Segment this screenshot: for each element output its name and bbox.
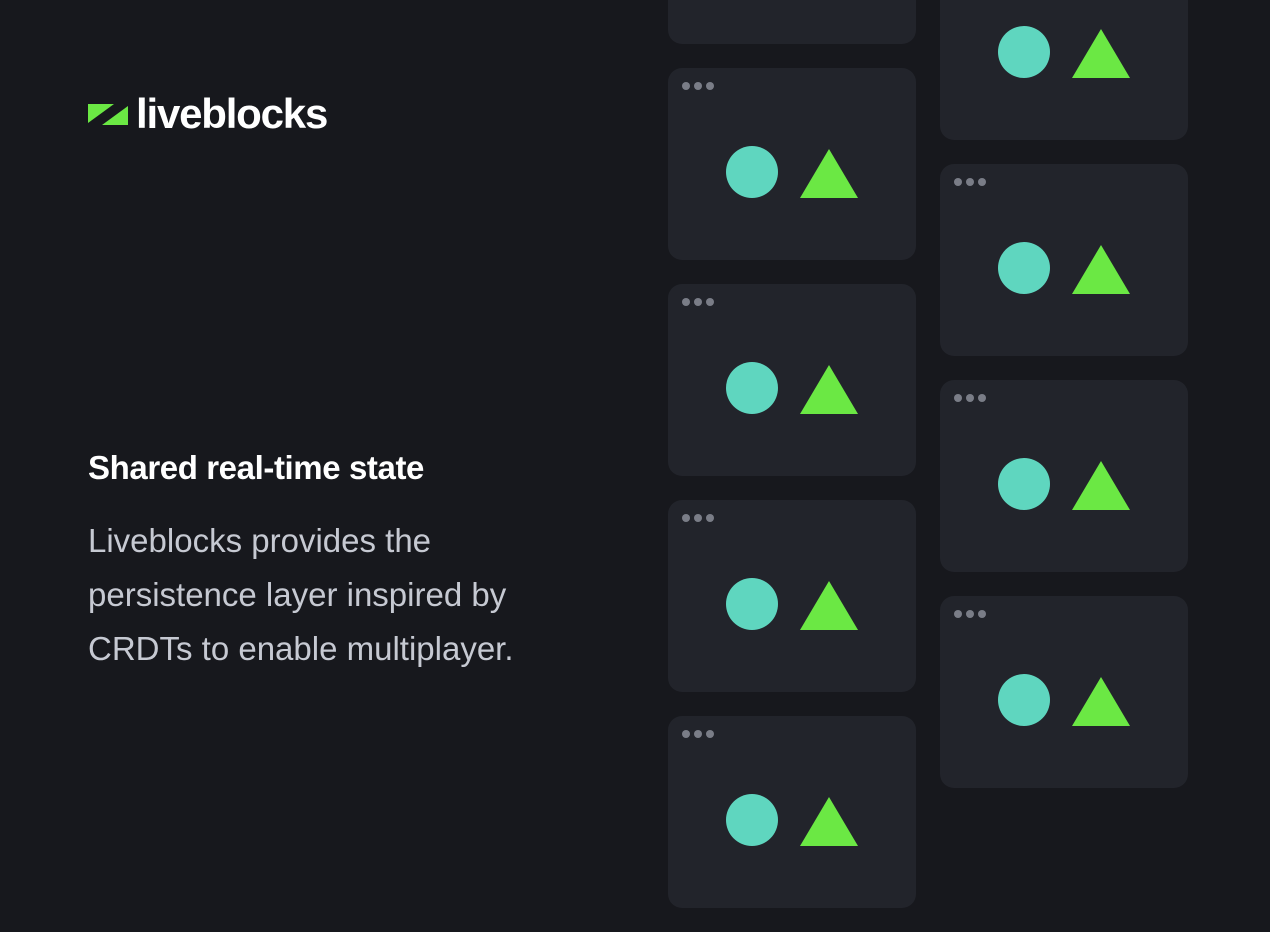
window-dot [694, 298, 702, 306]
description-line: Liveblocks provides the [88, 522, 432, 559]
circle-icon [726, 362, 778, 414]
window-dot [706, 82, 714, 90]
app-window-card [668, 68, 916, 260]
window-dot [966, 610, 974, 618]
window-dot [682, 514, 690, 522]
logo-wordmark: liveblocks [136, 90, 328, 137]
window-dot [694, 82, 702, 90]
app-window-card [668, 716, 916, 908]
window-dots-icon [682, 514, 718, 522]
window-dots-icon [682, 730, 718, 738]
logo: liveblocks [88, 90, 328, 137]
triangle-icon [1072, 245, 1130, 294]
window-dot [706, 298, 714, 306]
window-dots-icon [954, 610, 990, 618]
liveblocks-logo-icon [88, 104, 128, 125]
circle-icon [998, 674, 1050, 726]
circle-icon [998, 458, 1050, 510]
window-dot [978, 178, 986, 186]
headline: Shared real-time state [88, 449, 425, 486]
triangle-icon [800, 365, 858, 414]
window-dot [966, 394, 974, 402]
window-dot [706, 730, 714, 738]
window-dots-icon [954, 394, 990, 402]
description: Liveblocks provides the persistence laye… [88, 514, 608, 676]
circle-icon [726, 794, 778, 846]
circle-icon [998, 26, 1050, 78]
window-column-right [940, 0, 1188, 812]
app-window-card [940, 596, 1188, 788]
triangle-icon [1072, 29, 1130, 78]
window-dots-icon [682, 82, 718, 90]
window-dot [954, 178, 962, 186]
window-dot [978, 394, 986, 402]
window-dot [682, 298, 690, 306]
app-window-card [940, 0, 1188, 140]
window-dot [978, 610, 986, 618]
circle-icon [998, 242, 1050, 294]
window-dot [706, 514, 714, 522]
app-window-card [940, 380, 1188, 572]
description-line: CRDTs to enable multiplayer. [88, 630, 514, 667]
description-line: persistence layer inspired by [88, 576, 507, 613]
triangle-icon [800, 797, 858, 846]
window-dot [694, 514, 702, 522]
window-dot [954, 394, 962, 402]
triangle-icon [800, 581, 858, 630]
window-dot [682, 82, 690, 90]
circle-icon [726, 146, 778, 198]
window-dots-icon [954, 178, 990, 186]
window-dot [954, 610, 962, 618]
triangle-icon [800, 149, 858, 198]
app-window-card [940, 164, 1188, 356]
window-dot [694, 730, 702, 738]
triangle-icon [1072, 461, 1130, 510]
window-dot [682, 730, 690, 738]
triangle-icon [1072, 677, 1130, 726]
window-column-left [668, 0, 916, 932]
app-window-card [668, 284, 916, 476]
app-window-card [668, 500, 916, 692]
window-dot [966, 178, 974, 186]
app-window-card [668, 0, 916, 44]
circle-icon [726, 578, 778, 630]
window-dots-icon [682, 298, 718, 306]
